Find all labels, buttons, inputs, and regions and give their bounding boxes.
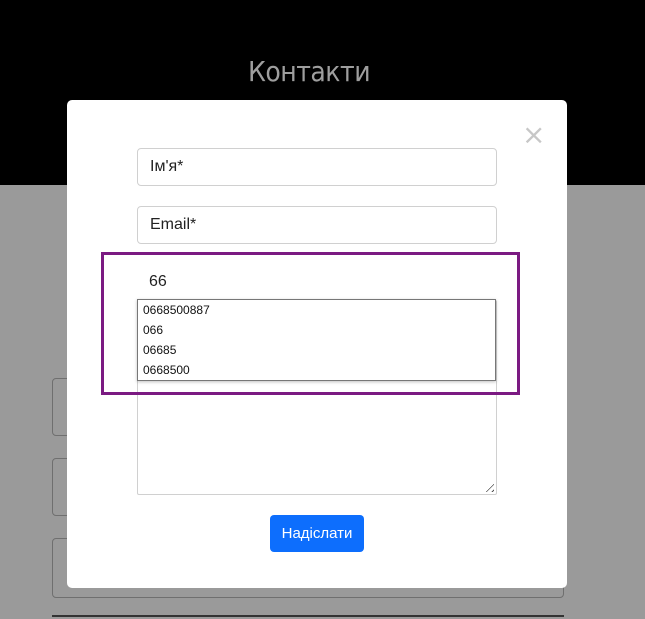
autocomplete-option[interactable]: 0668500887: [138, 300, 495, 320]
autocomplete-list: 0668500887 066 06685 0668500: [137, 299, 496, 381]
close-icon[interactable]: ×: [522, 121, 545, 149]
background-divider: [52, 615, 564, 617]
resize-handle-icon[interactable]: [482, 480, 494, 492]
page-title: Контакти: [247, 55, 371, 88]
email-field[interactable]: [137, 206, 497, 244]
name-field[interactable]: [137, 148, 497, 186]
autocomplete-option[interactable]: 066: [138, 320, 495, 340]
autocomplete-option[interactable]: 0668500: [138, 360, 495, 380]
autocomplete-option[interactable]: 06685: [138, 340, 495, 360]
submit-button[interactable]: Надіслати: [270, 515, 364, 552]
phone-field[interactable]: [137, 264, 497, 300]
